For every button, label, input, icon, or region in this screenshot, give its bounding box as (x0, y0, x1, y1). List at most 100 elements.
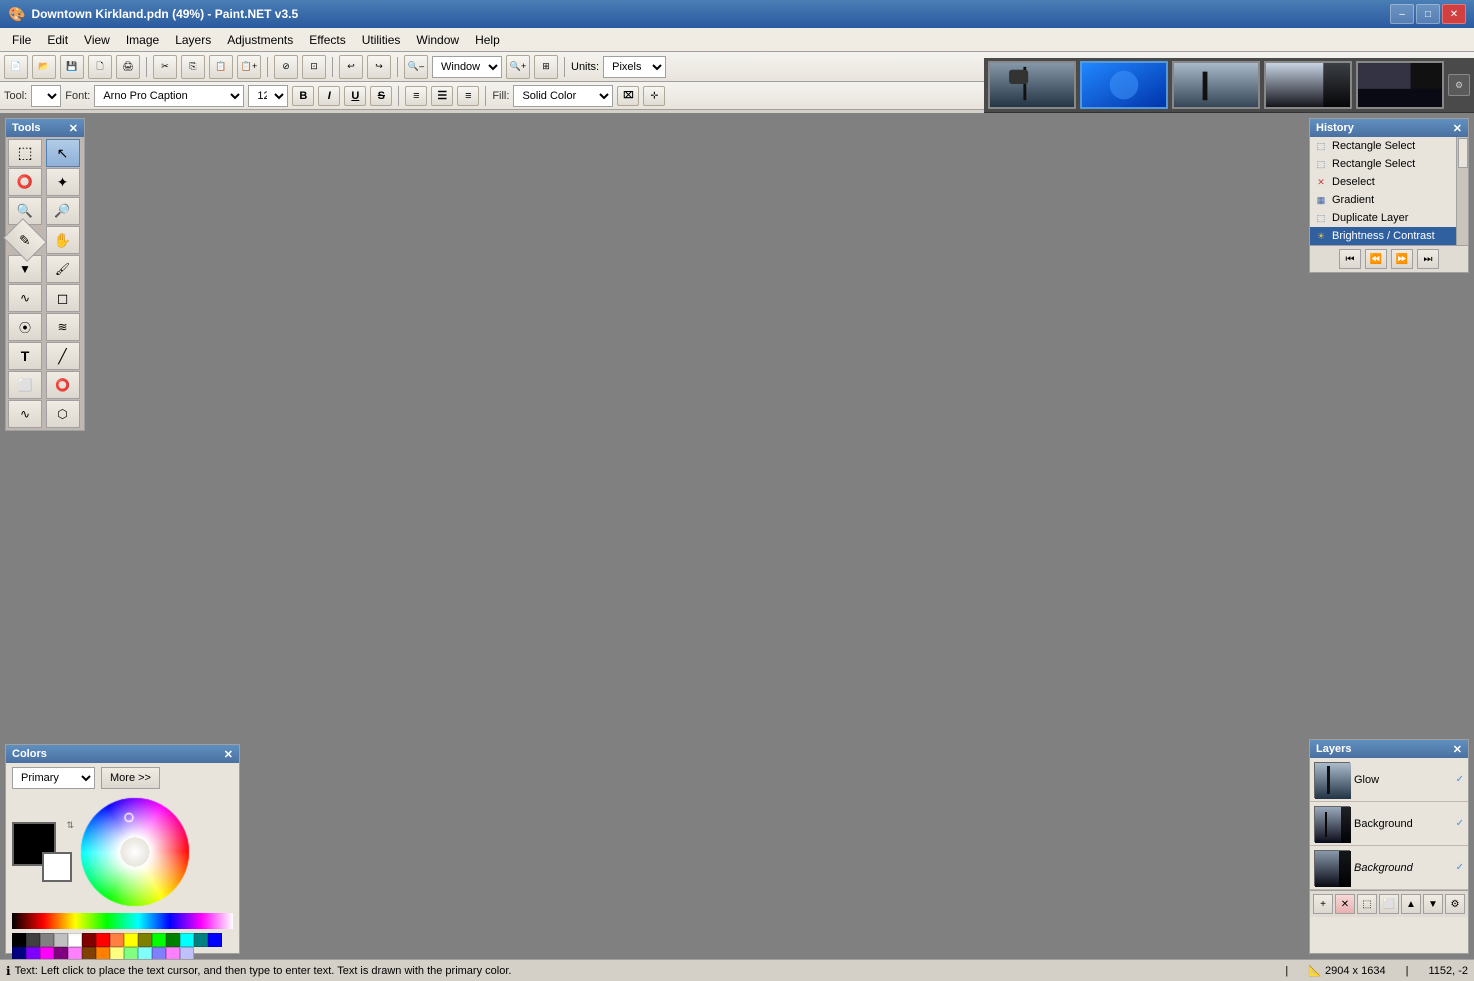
strikethrough-button[interactable]: S (370, 86, 392, 106)
menu-item-view[interactable]: View (76, 28, 118, 51)
close-button[interactable]: ✕ (1442, 4, 1466, 24)
zoom-dropdown[interactable]: Window 25% 49% 100% (432, 56, 502, 78)
save-all-button[interactable]: 🗋 (88, 55, 112, 79)
tool-clone[interactable]: ⦿ (8, 313, 42, 341)
history-item-dup-layer[interactable]: ⬚ Duplicate Layer (1310, 209, 1468, 227)
menu-item-utilities[interactable]: Utilities (354, 28, 409, 51)
layer-down-button[interactable]: ▼ (1423, 894, 1443, 914)
color-swatch[interactable] (110, 933, 124, 947)
units-dropdown[interactable]: Pixels Inches cm (603, 56, 666, 78)
canvas-area[interactable] (88, 113, 1306, 959)
color-swatch[interactable] (152, 933, 166, 947)
menu-item-effects[interactable]: Effects (301, 28, 353, 51)
align-center-button[interactable]: ☰ (431, 86, 453, 106)
save-button[interactable]: 💾 (60, 55, 84, 79)
layer-up-button[interactable]: ▲ (1401, 894, 1421, 914)
underline-button[interactable]: U (344, 86, 366, 106)
history-item-gradient[interactable]: ▦ Gradient (1310, 191, 1468, 209)
italic-button[interactable]: I (318, 86, 340, 106)
copy-button[interactable]: ⎘ (181, 55, 205, 79)
tool-shape-freeform[interactable]: ∿ (8, 400, 42, 428)
color-swatch[interactable] (166, 947, 180, 959)
tool-text[interactable]: T (8, 342, 42, 370)
history-prev-button[interactable]: ⏪ (1365, 249, 1387, 269)
layer-visible-background[interactable]: ✓ (1456, 818, 1464, 829)
open-button[interactable]: 📂 (32, 55, 56, 79)
color-swatch[interactable] (180, 933, 194, 947)
paste-button[interactable]: 📋 (209, 55, 233, 79)
align-left-button[interactable]: ≡ (405, 86, 427, 106)
image-thumb-2[interactable] (1080, 61, 1168, 109)
layer-item-glow[interactable]: Glow ✓ (1310, 758, 1468, 802)
color-wheel[interactable] (80, 797, 190, 907)
color-mode-dropdown[interactable]: Primary Secondary (12, 767, 95, 789)
layers-close-button[interactable]: ✕ (1453, 743, 1462, 756)
menu-item-adjustments[interactable]: Adjustments (219, 28, 301, 51)
color-swatch[interactable] (166, 933, 180, 947)
menu-item-help[interactable]: Help (467, 28, 508, 51)
print-button[interactable]: 🖨 (116, 55, 140, 79)
menu-item-file[interactable]: File (4, 28, 39, 51)
color-swatch[interactable] (82, 933, 96, 947)
layer-merge-button[interactable]: ⬜ (1379, 894, 1399, 914)
color-swatch[interactable] (152, 947, 166, 959)
image-thumb-1[interactable] (988, 61, 1076, 109)
history-item-rect1[interactable]: ⬚ Rectangle Select (1310, 137, 1468, 155)
menu-item-edit[interactable]: Edit (39, 28, 76, 51)
color-swatch[interactable] (68, 933, 82, 947)
color-swatch[interactable] (82, 947, 96, 959)
image-thumb-3[interactable] (1172, 61, 1260, 109)
redo-button[interactable]: ↪ (367, 55, 391, 79)
history-item-deselect[interactable]: ✕ Deselect (1310, 173, 1468, 191)
grid-button[interactable]: ⊞ (534, 55, 558, 79)
deselect-button[interactable]: ⊘ (274, 55, 298, 79)
bold-button[interactable]: B (292, 86, 314, 106)
color-swatch[interactable] (124, 947, 138, 959)
tool-lasso[interactable]: ⭕ (8, 168, 42, 196)
color-swatch[interactable] (96, 947, 110, 959)
tool-line[interactable]: ╱ (46, 342, 80, 370)
history-next-button[interactable]: ⏩ (1391, 249, 1413, 269)
menu-item-window[interactable]: Window (408, 28, 467, 51)
maximize-button[interactable]: □ (1416, 4, 1440, 24)
color-swatch[interactable] (54, 933, 68, 947)
tool-shape-ellipse[interactable]: ⭕ (46, 371, 80, 399)
color-swatch[interactable] (26, 947, 40, 959)
rendering-button[interactable]: ⊹ (643, 86, 665, 106)
tool-zoom-sub[interactable]: 🔎 (46, 197, 80, 225)
menu-item-layers[interactable]: Layers (167, 28, 219, 51)
layer-visible-glow[interactable]: ✓ (1456, 774, 1464, 785)
color-gradient-strip[interactable] (12, 913, 233, 929)
color-swap-button[interactable]: ⇅ (66, 820, 74, 831)
tool-shape-polygon[interactable]: ⬡ (46, 400, 80, 428)
color-swatch[interactable] (96, 933, 110, 947)
tool-pan[interactable]: ✋ (46, 226, 80, 254)
layer-add-button[interactable]: + (1313, 894, 1333, 914)
strip-settings-button[interactable]: ⚙ (1448, 74, 1470, 96)
undo-button[interactable]: ↩ (339, 55, 363, 79)
layer-item-background[interactable]: Background ✓ (1310, 802, 1468, 846)
antialias-button[interactable]: ⌧ (617, 86, 639, 106)
history-last-button[interactable]: ⏭ (1417, 249, 1439, 269)
color-swatch[interactable] (12, 933, 26, 947)
tool-dropdown[interactable]: T (31, 85, 61, 107)
image-thumb-5[interactable] (1356, 61, 1444, 109)
color-swatch[interactable] (26, 933, 40, 947)
tool-eraser[interactable]: ◻ (46, 284, 80, 312)
zoom-in-button[interactable]: 🔍+ (506, 55, 530, 79)
paste-in-new[interactable]: 📋+ (237, 55, 261, 79)
color-swatch[interactable] (180, 947, 194, 959)
fill-dropdown[interactable]: Solid Color (513, 85, 613, 107)
tool-brush[interactable]: ∿ (8, 284, 42, 312)
tool-recolor[interactable]: 🖌 (46, 255, 80, 283)
secondary-color-swatch[interactable] (42, 852, 72, 882)
tools-close-button[interactable]: ✕ (69, 122, 78, 135)
zoom-out-button[interactable]: 🔍– (404, 55, 428, 79)
font-dropdown[interactable]: Arno Pro Caption (94, 85, 244, 107)
color-swatch[interactable] (124, 933, 138, 947)
layer-duplicate-button[interactable]: ⬚ (1357, 894, 1377, 914)
color-swatch[interactable] (12, 947, 26, 959)
color-swatch[interactable] (138, 933, 152, 947)
tool-move[interactable]: ↖ (46, 139, 80, 167)
layer-item-background-base[interactable]: Background ✓ (1310, 846, 1468, 890)
